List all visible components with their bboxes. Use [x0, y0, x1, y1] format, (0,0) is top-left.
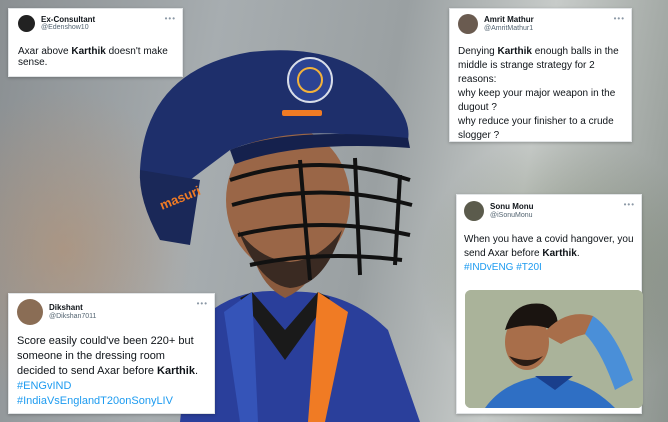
tweet-header: Ex-Consultant @Edenshow10	[18, 15, 95, 33]
display-name[interactable]: Dikshant	[49, 303, 96, 312]
tweet-line: slogger ?	[458, 130, 500, 141]
tweet-line: decided to send Axar before Karthik.	[17, 365, 199, 377]
tweet-text: When you have a covid hangover, you send…	[464, 233, 635, 275]
tweet-card[interactable]: Dikshant @Dikshan7011 ••• Score easily c…	[8, 293, 215, 414]
tweet-header: Dikshant @Dikshan7011	[17, 299, 96, 325]
hashtag-link[interactable]: #IndiaVsEnglandT20onSonyLIV	[17, 394, 208, 409]
tweet-line: someone in the dressing room	[17, 350, 165, 362]
tweet-line: When you have a covid hangover, you	[464, 234, 634, 245]
tweet-line: dugout ?	[458, 102, 497, 113]
display-name[interactable]: Ex-Consultant	[41, 15, 95, 24]
ellipsis-icon[interactable]: •••	[165, 14, 176, 23]
tweet-card[interactable]: Ex-Consultant @Edenshow10 ••• Axar above…	[8, 8, 183, 77]
user-handle[interactable]: @iSonuMonu	[490, 212, 534, 220]
cricketer-hand-on-head-photo	[465, 290, 643, 408]
display-name[interactable]: Amrit Mathur	[484, 15, 534, 24]
user-handle[interactable]: @Edenshow10	[41, 24, 95, 32]
hashtag-link[interactable]: #ENGvIND	[17, 379, 208, 394]
tweet-card[interactable]: Amrit Mathur @AmritMathur1 ••• Denying K…	[449, 8, 632, 142]
tweet-line: Score easily could've been 220+ but	[17, 335, 194, 347]
tweet-line: send Axar before Karthik.	[464, 248, 580, 259]
ellipsis-icon[interactable]: •••	[624, 200, 635, 209]
tweet-text: Axar above Karthik doesn't make sense.	[18, 46, 168, 68]
ellipsis-icon[interactable]: •••	[197, 299, 208, 308]
tweet-line: reasons:	[458, 74, 497, 85]
avatar[interactable]	[17, 299, 43, 325]
ellipsis-icon[interactable]: •••	[614, 14, 625, 23]
avatar[interactable]	[458, 14, 478, 34]
hashtag-link[interactable]: #INDvENG #T20I	[464, 261, 635, 275]
tweet-card[interactable]: Sonu Monu @iSonuMonu ••• When you have a…	[456, 194, 643, 414]
tweet-text: Denying Karthik enough balls in the midd…	[458, 45, 623, 143]
avatar[interactable]	[18, 15, 35, 33]
tweet-line: why keep your major weapon in the	[458, 88, 616, 99]
tweet-text: Score easily could've been 220+ but some…	[17, 334, 208, 409]
tweet-line: Denying Karthik enough balls in the	[458, 46, 619, 57]
tweet-line: why reduce your finisher to a crude	[458, 116, 614, 127]
tweet-header: Amrit Mathur @AmritMathur1	[458, 14, 534, 34]
tweet-line: middle is strange strategy for 2	[458, 60, 595, 71]
user-handle[interactable]: @Dikshan7011	[49, 313, 96, 321]
avatar[interactable]	[464, 201, 484, 221]
display-name[interactable]: Sonu Monu	[490, 202, 534, 211]
tweet-header: Sonu Monu @iSonuMonu	[464, 201, 534, 221]
user-handle[interactable]: @AmritMathur1	[484, 25, 534, 33]
tweet-image[interactable]	[465, 290, 643, 408]
